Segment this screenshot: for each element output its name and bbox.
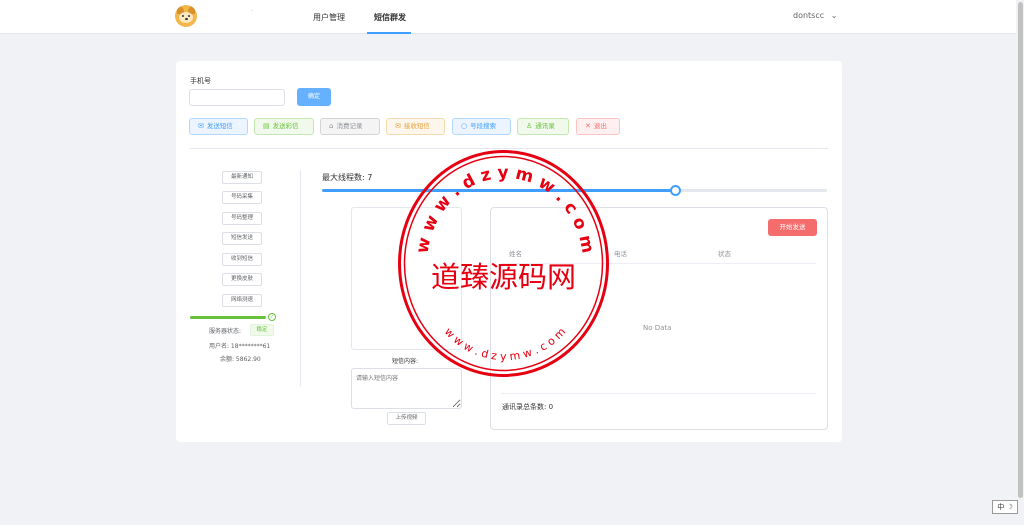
sms-content-label: 短信内容: (392, 358, 419, 365)
thread-count-label: 最大线程数: 7 (322, 173, 373, 182)
sidebar-item-change-skin[interactable]: 更换皮肤 (222, 273, 262, 286)
column-header-status: 状态 (718, 250, 731, 258)
sidebar-item-number-collect[interactable]: 号码采集 (222, 191, 262, 204)
chevron-down-icon: ⌄ (830, 11, 838, 20)
nav-item-user-management[interactable]: 用户管理 (313, 12, 345, 23)
phone-input[interactable] (189, 89, 285, 106)
column-header-name: 姓名 (509, 250, 522, 258)
receive-sms-button[interactable]: ✉ 接收短信 (386, 118, 445, 135)
send-sms-label: 发送短信 (206, 122, 233, 130)
vertical-divider (300, 170, 301, 386)
send-mms-button[interactable]: ▤ 发送彩信 (254, 118, 314, 135)
mail-icon: ✉ (395, 122, 401, 130)
receive-sms-label: 接收短信 (403, 122, 430, 130)
top-nav-bar: · 用户管理 短信群发 dontscc ⌄ (0, 0, 1024, 34)
logout-button[interactable]: ✕ 退出 (576, 118, 620, 135)
sidebar-item-sms-send[interactable]: 短信发送 (222, 232, 262, 245)
logo-mark: · (251, 8, 253, 15)
send-mms-label: 发送彩信 (272, 122, 299, 130)
contacts-total-count: 通讯录总条数: 0 (502, 403, 554, 411)
sms-content-textarea[interactable] (351, 368, 462, 409)
status-badge: 稳定 (250, 324, 274, 336)
divider (190, 148, 828, 149)
send-sms-button[interactable]: ✉ 发送短信 (189, 118, 248, 135)
start-send-button[interactable]: 开始发送 (768, 219, 817, 236)
scrollbar-thumb[interactable] (1018, 2, 1023, 498)
contacts-button[interactable]: ♙ 通讯录 (517, 118, 569, 135)
thread-slider-fill (322, 189, 676, 192)
contacts-label: 通讯录 (535, 122, 555, 130)
lock-icon: ⌂ (329, 122, 334, 130)
sidebar-item-received-sms[interactable]: 收到短信 (222, 253, 262, 266)
inbox-icon: ▤ (263, 122, 270, 130)
consumption-records-label: 消费记录 (336, 122, 363, 130)
close-icon: ✕ (585, 122, 591, 130)
user-icon: ♙ (526, 122, 533, 130)
nav-item-sms-broadcast[interactable]: 短信群发 (374, 12, 406, 23)
consumption-records-button[interactable]: ⌂ 消费记录 (320, 118, 380, 135)
shiba-dog-icon[interactable] (175, 5, 197, 27)
upload-video-button[interactable]: 上传视频 (387, 412, 426, 425)
thread-slider-handle[interactable] (670, 185, 681, 196)
sidebar-item-network-speed[interactable]: 网络测速 (222, 294, 262, 307)
number-search-label: 号段搜索 (470, 122, 497, 130)
media-preview-box (351, 207, 462, 350)
server-status-label: 服务器状态: (209, 328, 242, 335)
phone-label: 手机号 (190, 77, 211, 85)
user-name: dontscc (793, 11, 825, 20)
server-progress-bar (190, 316, 266, 319)
balance-line: 余额: 5862.90 (220, 356, 261, 363)
search-icon: ○ (461, 122, 468, 130)
table-bottom-divider (501, 393, 816, 394)
username-line: 用户名: 18********61 (209, 343, 271, 350)
table-header-divider (501, 263, 816, 264)
contacts-panel (490, 207, 828, 430)
sidebar-item-latest-notice[interactable]: 最新通知 (222, 171, 262, 184)
check-circle-icon: ✓ (268, 313, 276, 321)
active-tab-indicator (367, 32, 411, 34)
sidebar-item-number-organize[interactable]: 号码整理 (222, 212, 262, 225)
mail-icon: ✉ (198, 122, 204, 130)
empty-table-text: No Data (643, 324, 672, 332)
number-search-button[interactable]: ○ 号段搜索 (452, 118, 511, 135)
thread-slider-track[interactable] (322, 189, 827, 192)
column-header-phone: 电话 (614, 250, 627, 258)
logout-label: 退出 (593, 122, 607, 130)
user-menu[interactable]: dontscc ⌄ (793, 11, 837, 20)
confirm-button[interactable]: 确定 (297, 88, 331, 106)
ime-indicator[interactable]: 中 ☽ (992, 500, 1018, 514)
